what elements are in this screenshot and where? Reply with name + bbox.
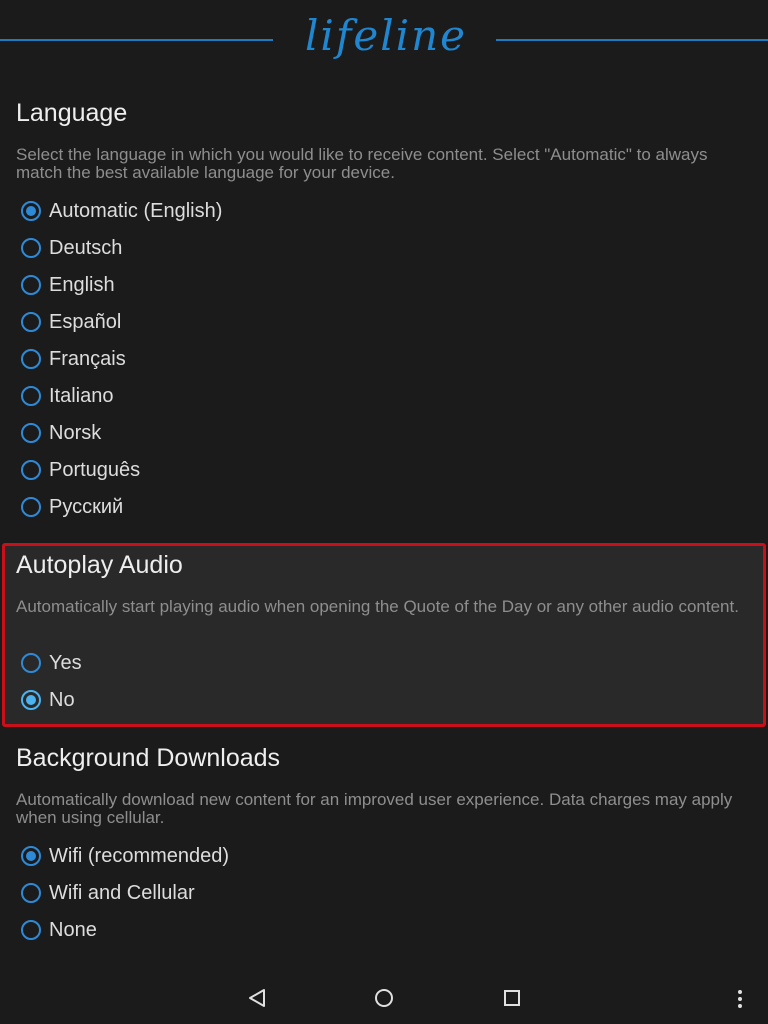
downloads-description: Automatically download new content for a…	[16, 790, 733, 827]
system-navigation-bar	[0, 970, 768, 1024]
radio-unchecked-icon[interactable]	[21, 238, 41, 258]
language-option-deutsch[interactable]: Deutsch	[21, 233, 122, 263]
radio-unchecked-icon[interactable]	[21, 497, 41, 517]
header: lifeline	[0, 0, 768, 80]
radio-unchecked-icon[interactable]	[21, 275, 41, 295]
radio-unchecked-icon[interactable]	[21, 883, 41, 903]
radio-unchecked-icon[interactable]	[21, 386, 41, 406]
radio-checked-icon[interactable]	[21, 846, 41, 866]
option-label: Français	[49, 347, 126, 370]
language-option-automatic[interactable]: Automatic (English)	[21, 196, 222, 226]
header-rule-right	[496, 39, 768, 41]
option-label: Automatic (English)	[49, 199, 223, 222]
option-label: English	[49, 273, 115, 296]
autoplay-title: Autoplay Audio	[16, 551, 183, 579]
radio-unchecked-icon[interactable]	[21, 312, 41, 332]
option-label: Wifi and Cellular	[49, 881, 195, 904]
language-option-norsk[interactable]: Norsk	[21, 418, 101, 448]
autoplay-option-yes[interactable]: Yes	[21, 648, 82, 678]
language-option-english[interactable]: English	[21, 270, 115, 300]
language-option-italiano[interactable]: Italiano	[21, 381, 114, 411]
language-title: Language	[16, 99, 128, 127]
option-label: Wifi (recommended)	[49, 844, 230, 867]
language-description: Select the language in which you would l…	[16, 145, 708, 182]
recents-icon[interactable]	[498, 984, 526, 1012]
overflow-menu-icon[interactable]	[728, 984, 752, 1012]
option-label: Português	[49, 458, 141, 481]
app-logo: lifeline	[304, 11, 468, 60]
settings-screen: lifeline Language Select the language in…	[0, 0, 768, 1024]
option-label: Русский	[49, 495, 124, 518]
radio-checked-icon[interactable]	[21, 201, 41, 221]
option-label: Italiano	[49, 384, 114, 407]
option-label: Deutsch	[49, 236, 123, 259]
downloads-option-none[interactable]: None	[21, 915, 97, 945]
language-option-russian[interactable]: Русский	[21, 492, 123, 522]
radio-unchecked-icon[interactable]	[21, 653, 41, 673]
radio-checked-icon[interactable]	[21, 690, 41, 710]
language-option-francais[interactable]: Français	[21, 344, 126, 374]
language-option-espanol[interactable]: Español	[21, 307, 121, 337]
home-icon[interactable]	[370, 984, 398, 1012]
option-label: None	[49, 918, 97, 941]
radio-unchecked-icon[interactable]	[21, 423, 41, 443]
autoplay-description: Automatically start playing audio when o…	[16, 597, 739, 616]
radio-unchecked-icon[interactable]	[21, 460, 41, 480]
autoplay-option-no[interactable]: No	[21, 685, 75, 715]
downloads-title: Background Downloads	[16, 744, 281, 772]
option-label: Yes	[49, 651, 82, 674]
radio-unchecked-icon[interactable]	[21, 349, 41, 369]
option-label: No	[49, 688, 75, 711]
back-icon[interactable]	[244, 984, 272, 1012]
header-rule-left	[0, 39, 273, 41]
option-label: Español	[49, 310, 122, 333]
language-option-portugues[interactable]: Português	[21, 455, 140, 485]
downloads-option-wifi-cellular[interactable]: Wifi and Cellular	[21, 878, 195, 908]
downloads-option-wifi[interactable]: Wifi (recommended)	[21, 841, 229, 871]
radio-unchecked-icon[interactable]	[21, 920, 41, 940]
option-label: Norsk	[49, 421, 102, 444]
